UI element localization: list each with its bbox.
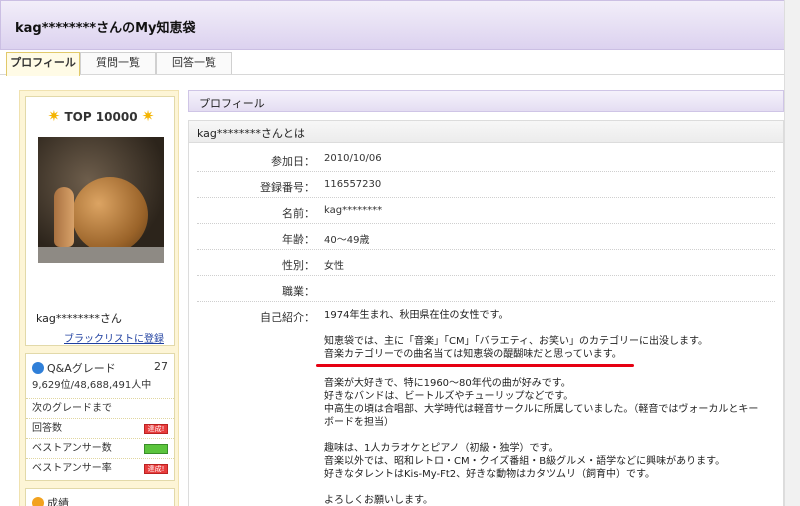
section-header: プロフィール [188,90,784,112]
grade-rank: 9,629位/48,688,491人中 [32,380,152,391]
globe-icon [32,362,44,374]
section-title: プロフィール [199,97,265,110]
star-icon: ✷ [141,107,155,125]
field-name: 名前： kag******** [189,198,783,224]
intro-line: 音楽以外では、昭和レトロ・CM・クイズ番組・B級グルメ・語学などに興味があります… [324,456,726,467]
field-value: 40～49歳 [324,235,370,246]
field-label: 参加日： [271,155,315,168]
field-label: 年齢： [282,233,315,246]
field-occupation: 職業： [189,276,783,302]
intro-line: 好きなタレントはKis-My-Ft2、好きな動物はカタツムリ（飼育中）です。 [324,469,655,480]
tab-questions[interactable]: 質問一覧 [80,52,156,74]
tab-answers[interactable]: 回答一覧 [156,52,232,74]
sidebar: ✷ TOP 10000 ✷ kag********さん ブラックリストに登録 Q… [19,90,179,506]
main-content: プロフィール kag********さんとは 参加日： 2010/10/06 登… [188,90,784,506]
tab-bar: プロフィール 質問一覧 回答一覧 [0,50,800,76]
username: kag********さん [36,312,122,325]
field-label: 職業： [282,285,315,298]
results-title: 成績 [32,495,69,506]
grade-row-best-answers: ベストアンサー数 [26,438,174,458]
grade-card: Q&Aグレード 27 9,629位/48,688,491人中 次のグレードまで … [25,353,175,481]
intro-line: 中高生の頃は合唱部、大学時代は軽音サークルに所属していました。（軽音ではヴォーカ… [324,404,759,415]
medal-icon [32,497,44,506]
avatar [38,137,164,263]
page-title: kag********さんのMy知恵袋 [15,21,196,36]
field-value: 116557230 [324,179,382,190]
field-registration-number: 登録番号： 116557230 [189,172,783,198]
grade-level: 27 [154,360,168,373]
field-label: 自己紹介： [260,311,315,324]
achieved-badge: 達成! [144,464,168,474]
tab-profile[interactable]: プロフィール [6,52,80,76]
field-label: 登録番号： [260,181,315,194]
about-title: kag********さんとは [197,127,305,140]
grade-row-label: 回答数 [32,423,62,434]
grade-row-label: ベストアンサー数 [32,443,112,454]
field-gender: 性別： 女性 [189,250,783,276]
next-grade-label: 次のグレードまで [26,398,174,418]
field-age: 年齢： 40～49歳 [189,224,783,250]
profile-card: ✷ TOP 10000 ✷ kag********さん ブラックリストに登録 [25,96,175,346]
intro-line: 好きなバンドは、ビートルズやチューリップなどです。 [324,391,574,402]
achieved-badge: 達成! [144,424,168,434]
highlight-underline [316,364,634,367]
intro-line: 1974年生まれ、秋田県在住の女性です。 [324,310,509,321]
progress-bar [144,444,168,454]
intro-line: 知恵袋では、主に「音楽」「CM」「バラエティ、お笑い」のカテゴリーに出没します。 [324,336,709,347]
field-label: 名前： [282,207,315,220]
vertical-scrollbar[interactable] [784,0,800,506]
rank-badge-label: TOP 10000 [64,110,138,124]
star-icon: ✷ [47,107,61,125]
grade-title: Q&Aグレード [32,360,116,376]
grade-row-label: ベストアンサー率 [32,463,112,474]
intro-line: ボードを担当） [324,417,394,428]
page-header: kag********さんのMy知恵袋 [0,0,800,50]
field-value: 女性 [324,261,344,272]
panel-header: kag********さんとは [189,121,783,143]
intro-line: 音楽が大好きで、特に1960～80年代の曲が好みです。 [324,378,571,389]
field-value: kag******** [324,205,383,216]
grade-row-best-answer-rate: ベストアンサー率 達成! [26,458,174,478]
blacklist-link[interactable]: ブラックリストに登録 [64,330,164,345]
results-card: 成績 [25,488,175,506]
field-join-date: 参加日： 2010/10/06 [189,146,783,172]
profile-panel: kag********さんとは 参加日： 2010/10/06 登録番号： 11… [188,120,784,506]
rank-badge: ✷ TOP 10000 ✷ [26,107,176,125]
field-label: 性別： [282,259,315,272]
intro-line: 趣味は、1人カラオケとピアノ（初級・独学）です。 [324,443,559,454]
intro-line-highlighted: 音楽カテゴリーでの曲名当ては知恵袋の醍醐味だと思っています。 [324,349,622,360]
results-title-label: 成績 [47,497,69,506]
field-value: 2010/10/06 [324,153,382,164]
grade-title-label: Q&Aグレード [47,362,116,375]
intro-line: よろしくお願いします。 [324,495,433,506]
grade-row-answers: 回答数 達成! [26,418,174,438]
